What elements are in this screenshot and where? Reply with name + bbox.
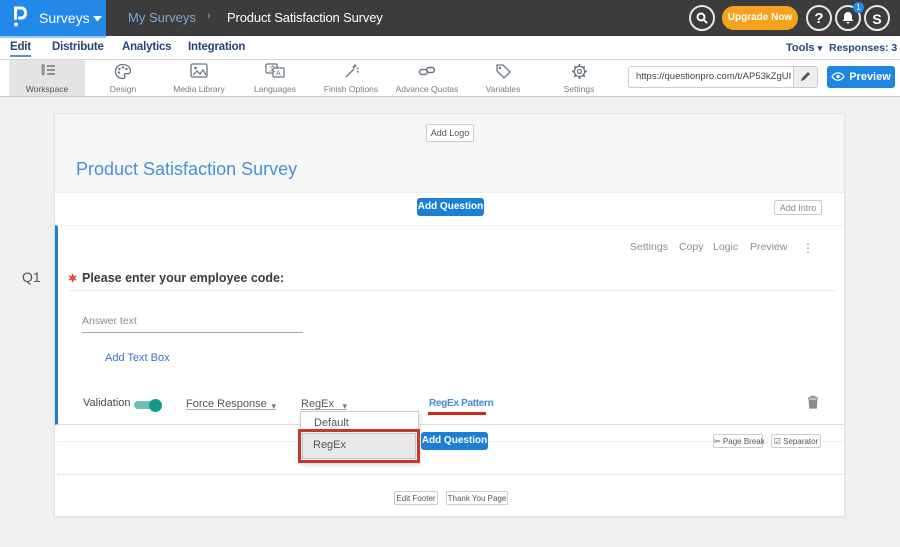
svg-text:A: A [276, 71, 281, 78]
svg-text:文: 文 [269, 64, 276, 73]
